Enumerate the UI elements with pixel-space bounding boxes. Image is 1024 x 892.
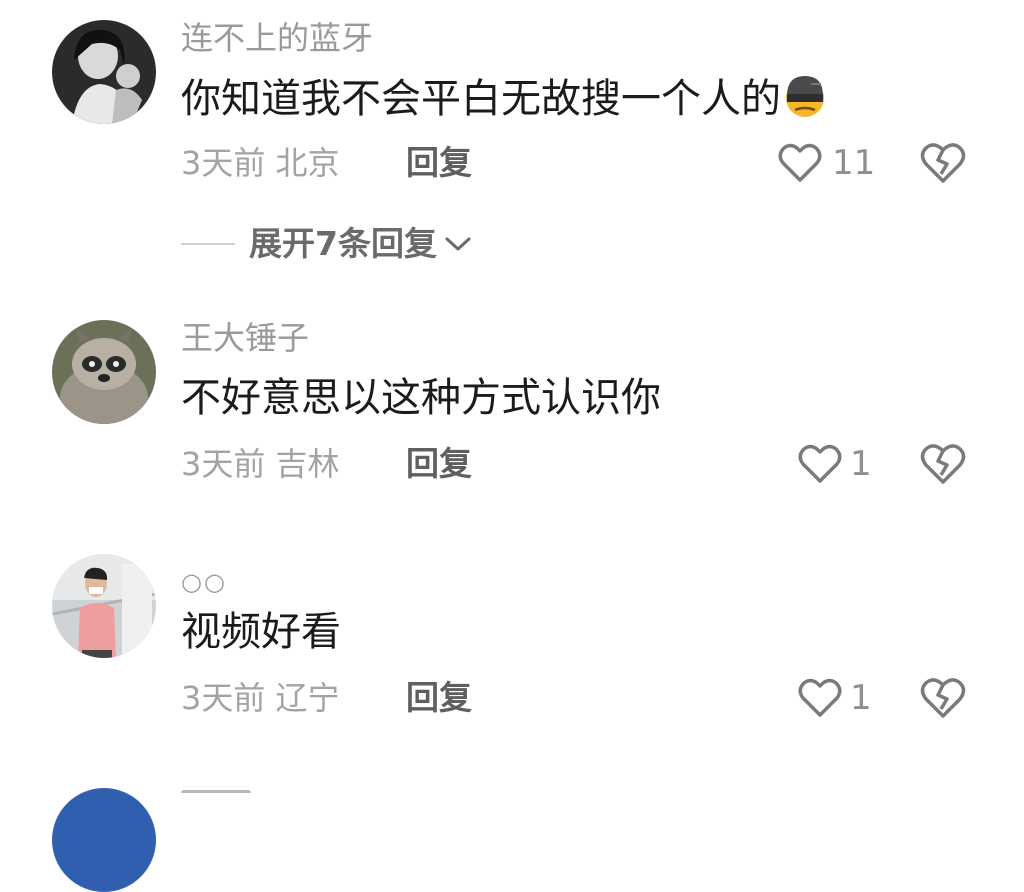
broken-heart-icon[interactable] [920, 443, 966, 485]
comment-text: 你知道我不会平白无故搜一个人的 [181, 72, 829, 125]
like-count: 1 [850, 678, 872, 718]
heart-outline-icon[interactable] [798, 678, 842, 718]
divider [181, 243, 235, 245]
comment-item-partial [0, 770, 1024, 892]
comment-item: ○○ 视频好看 3天前 辽宁 回复 1 [0, 534, 1024, 754]
comment-time: 3天前 [181, 144, 266, 182]
username[interactable]: 王大锤子 [181, 318, 309, 358]
reply-button[interactable]: 回复 [406, 678, 472, 718]
like-count: 1 [850, 444, 872, 484]
broken-heart-icon[interactable] [920, 677, 966, 719]
avatar[interactable] [52, 20, 156, 124]
comment-meta: 3天前 辽宁 [181, 678, 340, 718]
reply-button[interactable]: 回复 [406, 444, 472, 484]
broken-heart-icon[interactable] [920, 142, 966, 184]
comment-meta: 3天前 吉林 [181, 444, 340, 484]
comment-meta: 3天前 北京 [181, 143, 340, 183]
comment-time: 3天前 [181, 679, 266, 717]
comment-text-content: 你知道我不会平白无故搜一个人的 [181, 76, 781, 122]
username[interactable]: ○○ [181, 562, 227, 602]
expand-replies-button[interactable]: 展开7条回复 [181, 224, 473, 264]
comment-text: 不好意思以这种方式认识你 [181, 375, 661, 421]
comment-item: 王大锤子 不好意思以这种方式认识你 3天前 吉林 回复 1 [0, 300, 1024, 520]
heart-outline-icon[interactable] [778, 143, 822, 183]
like-count: 11 [832, 143, 876, 183]
comment-item: 连不上的蓝牙 你知道我不会平白无故搜一个人的 3天前 北京 回复 11 展开7条… [0, 0, 1024, 290]
avatar[interactable] [52, 320, 156, 424]
comment-time: 3天前 [181, 445, 266, 483]
comment-location: 吉林 [275, 445, 340, 483]
username[interactable]: 连不上的蓝牙 [181, 18, 373, 58]
comment-location: 辽宁 [275, 679, 340, 717]
comment-location: 北京 [275, 144, 340, 182]
heart-outline-icon[interactable] [798, 444, 842, 484]
comment-text: 视频好看 [181, 609, 341, 655]
avatar[interactable] [52, 788, 156, 892]
expand-replies-label: 展开7条回复 [249, 224, 437, 263]
avatar[interactable] [52, 554, 156, 658]
reply-button[interactable]: 回复 [406, 143, 472, 183]
helmet-emoji-icon [781, 72, 829, 120]
chevron-down-icon [443, 233, 473, 255]
